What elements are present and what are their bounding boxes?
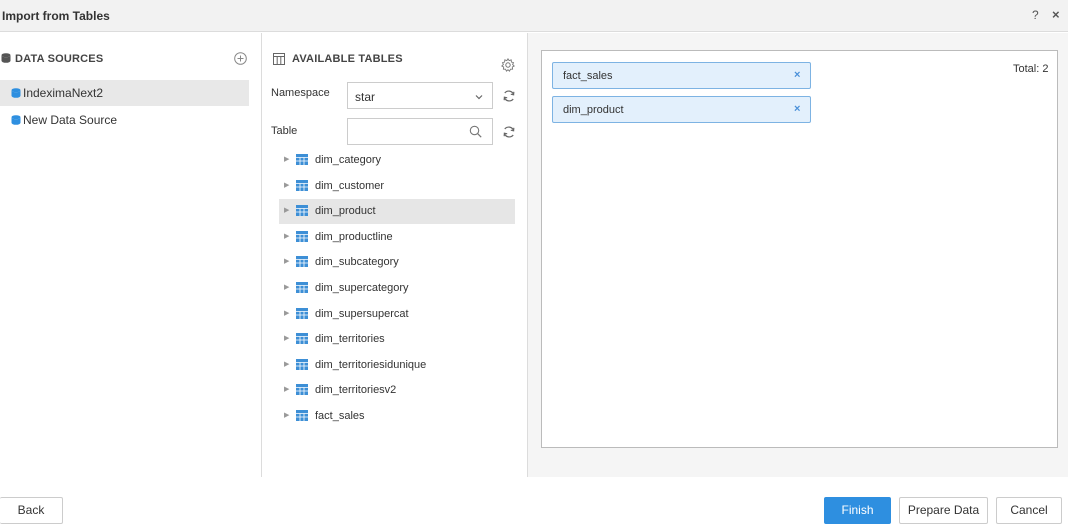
back-button[interactable]: Back: [0, 497, 63, 524]
table-tree-label: dim_supercategory: [315, 282, 409, 294]
table-tree-item[interactable]: ▶ dim_supercategory: [279, 276, 515, 301]
data-source-item[interactable]: IndeximaNext2: [0, 80, 249, 106]
table-icon: [296, 358, 308, 370]
table-tree-item[interactable]: ▶ dim_territoriesv2: [279, 378, 515, 403]
add-circle-icon[interactable]: [234, 52, 247, 65]
selected-table-chip[interactable]: fact_sales ×: [552, 62, 811, 89]
table-tree-label: dim_productline: [315, 230, 393, 243]
dialog-titlebar: Import from Tables ? ×: [0, 0, 1068, 32]
data-source-label: IndeximaNext2: [23, 86, 104, 100]
data-sources-heading: DATA SOURCES: [15, 53, 104, 65]
search-icon[interactable]: [469, 125, 482, 138]
table-tree-item[interactable]: ▶ dim_category: [279, 148, 515, 173]
table-icon: [296, 307, 308, 319]
remove-icon[interactable]: ×: [794, 103, 800, 115]
namespace-value: star: [355, 90, 376, 104]
database-icon: [11, 115, 21, 125]
refresh-icon[interactable]: [502, 89, 516, 103]
expand-arrow-icon[interactable]: ▶: [284, 309, 289, 317]
table-icon: [296, 333, 308, 345]
selected-table-label: fact_sales: [563, 70, 613, 82]
table-icon: [296, 282, 308, 293]
namespace-select[interactable]: star: [347, 82, 493, 109]
table-tree-item[interactable]: ▶ dim_product: [279, 199, 515, 225]
table-icon: [296, 230, 308, 242]
expand-arrow-icon[interactable]: ▶: [284, 181, 289, 189]
expand-arrow-icon[interactable]: ▶: [284, 411, 289, 419]
table-icon: [273, 53, 285, 65]
table-tree-label: dim_product: [315, 205, 376, 218]
expand-arrow-icon[interactable]: ▶: [284, 334, 289, 342]
total-count: Total: 2: [1013, 63, 1049, 75]
table-tree-label: dim_territoriesidunique: [315, 358, 427, 371]
expand-arrow-icon[interactable]: ▶: [284, 283, 289, 291]
expand-arrow-icon[interactable]: ▶: [284, 232, 289, 240]
table-search-input[interactable]: [352, 123, 460, 140]
database-icon: [11, 88, 21, 98]
database-icon: [1, 53, 11, 63]
table-icon: [296, 154, 308, 165]
expand-arrow-icon[interactable]: ▶: [284, 360, 289, 368]
table-tree-label: dim_category: [315, 154, 382, 166]
table-search-field[interactable]: [347, 118, 493, 145]
expand-arrow-icon[interactable]: ▶: [284, 155, 289, 163]
table-tree-label: dim_territories: [315, 333, 385, 346]
close-button[interactable]: ×: [1052, 7, 1060, 22]
table-tree-item[interactable]: ▶ dim_supersupercat: [279, 302, 515, 327]
table-icon: [296, 410, 308, 421]
expand-arrow-icon[interactable]: ▶: [284, 257, 289, 265]
remove-icon[interactable]: ×: [794, 69, 800, 81]
chevron-down-icon: [475, 95, 483, 100]
namespace-label: Namespace: [271, 87, 330, 99]
help-button[interactable]: ?: [1032, 8, 1039, 22]
refresh-icon[interactable]: [502, 125, 516, 139]
expand-arrow-icon[interactable]: ▶: [284, 206, 289, 214]
table-tree-label: fact_sales: [315, 410, 365, 422]
data-source-label: New Data Source: [23, 113, 118, 127]
prepare-data-button[interactable]: Prepare Data: [899, 497, 988, 524]
data-source-item[interactable]: New Data Source: [0, 107, 249, 133]
table-tree-item[interactable]: ▶ dim_subcategory: [279, 250, 515, 275]
table-icon: [296, 205, 308, 217]
table-tree-item[interactable]: ▶ dim_territories: [279, 327, 515, 352]
table-tree-label: dim_supersupercat: [315, 307, 409, 320]
table-tree-item[interactable]: ▶ dim_customer: [279, 174, 515, 199]
table-icon: [296, 179, 308, 191]
finish-button[interactable]: Finish: [824, 497, 891, 524]
table-tree-label: dim_subcategory: [315, 256, 399, 269]
available-tables-heading: AVAILABLE TABLES: [292, 53, 403, 65]
table-tree-label: dim_customer: [315, 179, 385, 192]
selected-table-chip[interactable]: dim_product ×: [552, 96, 811, 123]
table-tree-item[interactable]: ▶ fact_sales: [279, 404, 515, 429]
gear-icon[interactable]: [501, 58, 515, 72]
table-tree-item[interactable]: ▶ dim_territoriesidunique: [279, 353, 515, 378]
table-icon: [296, 256, 308, 268]
dialog-title: Import from Tables: [2, 9, 110, 23]
table-label: Table: [271, 125, 298, 137]
table-tree-item[interactable]: ▶ dim_productline: [279, 225, 515, 250]
table-tree-label: dim_territoriesv2: [315, 384, 397, 397]
expand-arrow-icon[interactable]: ▶: [284, 385, 289, 393]
table-icon: [296, 384, 308, 396]
selected-table-label: dim_product: [563, 104, 624, 116]
cancel-button[interactable]: Cancel: [996, 497, 1062, 524]
